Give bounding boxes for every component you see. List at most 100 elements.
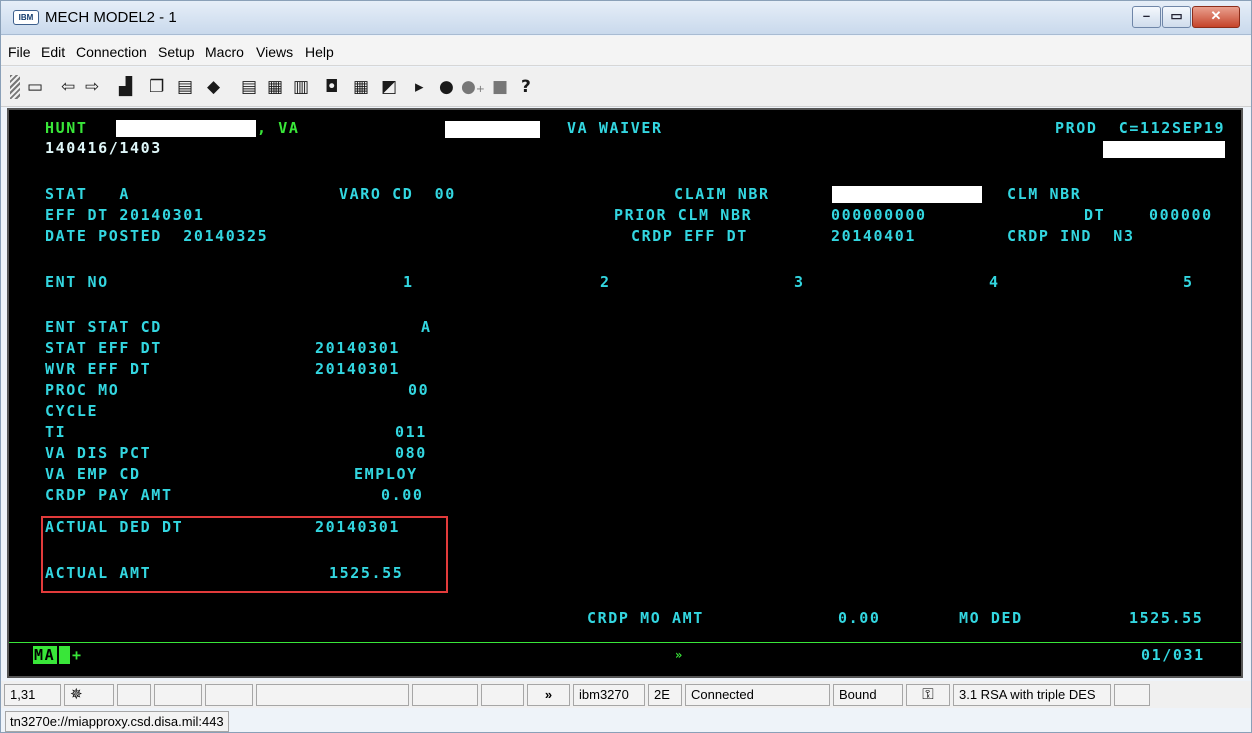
crdp-eff-dt-value: 20140401 xyxy=(831,227,917,245)
ent-no-5: 5 xyxy=(1183,273,1194,291)
status-empty-1 xyxy=(117,684,151,706)
cursor-block xyxy=(59,646,70,664)
app-window: IBM MECH MODEL2 - 1 – ▭ ✕ File Edit Conn… xyxy=(0,0,1252,733)
menu-file[interactable]: File xyxy=(8,44,31,60)
maximize-button[interactable]: ▭ xyxy=(1162,6,1191,28)
mo-ded-label: MO DED xyxy=(959,609,1023,627)
redacted-id xyxy=(445,121,540,138)
entry-value: A xyxy=(421,318,432,336)
entry-label: CRDP PAY AMT xyxy=(45,486,173,504)
forward-arrow-icon[interactable]: ⇨ xyxy=(85,77,99,97)
entry-value: 080 xyxy=(395,444,427,462)
status-empty-4 xyxy=(256,684,409,706)
entry-value: 00 xyxy=(408,381,430,399)
eff-dt-field: EFF DT 20140301 xyxy=(45,206,205,224)
mouse-icon[interactable]: ◘ xyxy=(325,77,338,97)
status-bar: 1,31 ✵ » ibm3270 2E Connected Bound ⚿ 3.… xyxy=(1,681,1251,708)
oia-divider xyxy=(9,642,1241,643)
menu-macro[interactable]: Macro xyxy=(205,44,244,60)
entry-value: 0.00 xyxy=(381,486,424,504)
terminal-type: ibm3270 xyxy=(573,684,645,706)
menu-bar: File Edit Connection Setup Macro Views H… xyxy=(1,36,1251,66)
crdp-mo-amt-label: CRDP MO AMT xyxy=(587,609,704,627)
entry-value: 20140301 xyxy=(315,339,401,357)
status-empty-5 xyxy=(412,684,478,706)
key-icon: ⚿ xyxy=(906,684,950,706)
crdp-mo-amt-value: 0.00 xyxy=(838,609,881,627)
redacted-name xyxy=(116,120,256,137)
status-empty-2 xyxy=(154,684,202,706)
print-icon[interactable]: ▟ xyxy=(119,77,132,97)
close-button[interactable]: ✕ xyxy=(1192,6,1240,28)
redacted-field xyxy=(1103,141,1225,158)
prior-clm-nbr-value: 000000000 xyxy=(831,206,927,224)
maximize-icon: ▭ xyxy=(1170,8,1183,23)
eraser-icon[interactable]: ◆ xyxy=(207,77,220,97)
ent-no-label: ENT NO xyxy=(45,273,109,291)
send-icon[interactable]: ◩ xyxy=(381,77,397,97)
dt-value: 000000 xyxy=(1149,206,1213,224)
oia-plus: + xyxy=(72,646,83,664)
menu-edit[interactable]: Edit xyxy=(41,44,65,60)
ent-no-4: 4 xyxy=(989,273,1000,291)
claim-nbr-input[interactable] xyxy=(832,186,982,203)
minimize-button[interactable]: – xyxy=(1132,6,1161,28)
keyboard-icon[interactable]: ▥ xyxy=(293,77,309,97)
oia-position: 01/031 xyxy=(1141,646,1205,664)
connection-status: Connected xyxy=(685,684,830,706)
entry-label: VA DIS PCT xyxy=(45,444,152,462)
terminal-model: 2E xyxy=(648,684,682,706)
entry-value: 011 xyxy=(395,423,427,441)
stop-icon[interactable]: ■ xyxy=(492,77,508,97)
clm-nbr-label: CLM NBR xyxy=(1007,185,1082,203)
menu-help[interactable]: Help xyxy=(305,44,334,60)
close-icon: ✕ xyxy=(1210,8,1222,23)
mo-ded-value: 1525.55 xyxy=(1129,609,1204,627)
network-icon: ✵ xyxy=(64,684,114,706)
oia-arrows-icon: » xyxy=(675,648,684,662)
crdp-ind-field: CRDP IND N3 xyxy=(1007,227,1135,245)
copy-icon[interactable]: ❐ xyxy=(149,77,164,97)
menu-views[interactable]: Views xyxy=(256,44,293,60)
arrows-icon[interactable]: » xyxy=(527,684,570,706)
help-icon[interactable]: ? xyxy=(521,77,531,97)
entry-label: WVR EFF DT xyxy=(45,360,152,378)
entry-label: CYCLE xyxy=(45,402,99,420)
display-icon[interactable]: ▤ xyxy=(241,77,257,97)
varo-cd-field: VARO CD 00 xyxy=(339,185,456,203)
back-arrow-icon[interactable]: ⇦ xyxy=(61,77,75,97)
title-bar: IBM MECH MODEL2 - 1 – ▭ ✕ xyxy=(1,1,1251,35)
entry-value: EMPLOY xyxy=(354,465,418,483)
dt-label: DT xyxy=(1084,206,1106,224)
encryption-status: 3.1 RSA with triple DES xyxy=(953,684,1111,706)
record-plus-icon[interactable]: ●₊ xyxy=(461,77,485,97)
program-title: VA WAIVER xyxy=(567,119,663,137)
terminal-screen[interactable]: HUNT , VA VA WAIVER PROD C=112SEP19 1404… xyxy=(7,108,1243,678)
header-right: PROD C=112SEP19 xyxy=(1055,119,1226,137)
oia-mode: MA xyxy=(34,646,56,664)
ent-no-2: 2 xyxy=(600,273,611,291)
entry-label: PROC MO xyxy=(45,381,120,399)
entry-value: 1525.55 xyxy=(329,564,404,582)
entry-label: STAT EFF DT xyxy=(45,339,162,357)
menu-setup[interactable]: Setup xyxy=(158,44,195,60)
status-empty-3 xyxy=(205,684,253,706)
cursor-position: 1,31 xyxy=(4,684,61,706)
keypad-icon[interactable]: ▦ xyxy=(267,77,283,97)
paste-icon[interactable]: ▤ xyxy=(177,77,193,97)
entry-label: ACTUAL DED DT xyxy=(45,518,184,536)
status-empty-6 xyxy=(481,684,524,706)
minimize-icon: – xyxy=(1142,8,1151,23)
bound-status: Bound xyxy=(833,684,903,706)
entry-label: TI xyxy=(45,423,67,441)
record-icon[interactable]: ● xyxy=(439,77,454,97)
screen-icon[interactable]: ▭ xyxy=(27,77,43,97)
entry-value: 20140301 xyxy=(315,518,401,536)
toolbar-grip[interactable] xyxy=(10,75,20,99)
menu-connection[interactable]: Connection xyxy=(76,44,147,60)
entry-value: 20140301 xyxy=(315,360,401,378)
entry-label: VA EMP CD xyxy=(45,465,141,483)
play-icon[interactable]: ▸ xyxy=(415,77,424,97)
grid-icon[interactable]: ▦ xyxy=(353,77,369,97)
session-id: 140416/1403 xyxy=(45,139,162,157)
